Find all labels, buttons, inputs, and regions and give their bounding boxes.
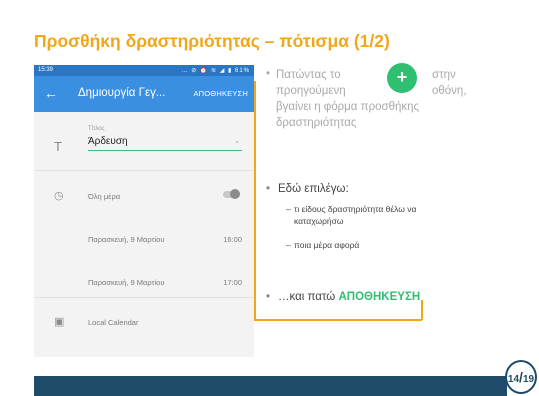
add-fab-icon: + [387,63,417,93]
phone-screenshot: 15:39 … ⊘ ⏰ ≋ ◢ ▮ 61% ← Δημιουργία Γεγ..… [34,65,254,357]
toggle-knob [230,189,240,199]
title-input[interactable]: Άρδευση ⌄ [88,136,242,151]
end-time[interactable]: 17:00 [223,278,242,287]
calendar-icon: ▣ [54,316,65,328]
note-line: προηγούμενη [276,85,346,97]
connector-line [254,319,422,321]
note-line: Πατώντας το [276,69,341,81]
note-line: δραστηριότητας [276,117,357,129]
start-date[interactable]: Παρασκευή, 9 Μαρτίου [88,235,164,244]
sub-note: ποια μέρα αφορά [294,240,360,250]
end-date[interactable]: Παρασκευή, 9 Μαρτίου [88,278,164,287]
divider [34,170,254,171]
sub-dash: – [286,240,291,250]
title-label: Τίτλος [88,126,105,132]
all-day-toggle[interactable] [223,189,240,199]
divider [34,297,254,298]
clock-icon: ◷ [54,190,64,202]
text-format-icon: T [54,139,62,154]
note-prefix: …και πατώ [278,291,336,303]
note-line: Εδώ επιλέγω: [278,183,349,195]
slide: Προσθήκη δραστηριότητας – πότισμα (1/2) … [0,0,539,396]
slide-title: Προσθήκη δραστηριότητας – πότισμα (1/2) [34,31,390,51]
start-time[interactable]: 16:00 [223,235,242,244]
sub-note: τι είδους δραστηριότητα θέλω να [294,204,417,214]
footer-bar [34,376,507,396]
back-arrow-icon[interactable]: ← [44,85,58,101]
sub-note: καταχωρήσω [294,216,344,226]
all-day-label: Όλη μέρα [88,192,121,201]
bullet-dot: • [266,183,271,195]
note-line: οθόνη, [432,85,467,97]
title-value: Άρδευση [88,136,128,147]
connector-line [421,300,423,320]
page-number-badge: 14/19 [505,360,537,394]
status-icons: … ⊘ ⏰ ≋ ◢ ▮ 61% [181,68,250,74]
page-number: 14 [507,374,520,385]
status-bar: 15:39 … ⊘ ⏰ ≋ ◢ ▮ 61% [34,65,254,76]
note-line: …και πατώ ΑΠΟΘΗΚΕΥΣΗ [278,290,420,304]
save-highlight: ΑΠΟΘΗΚΕΥΣΗ [338,291,421,303]
app-bar: ← Δημιουργία Γεγ... ΑΠΟΘΗΚΕΥΣΗ [34,76,254,112]
chevron-down-icon[interactable]: ⌄ [234,137,240,145]
note-line: βγαίνει η φόρμα προσθήκης [276,101,420,113]
save-button[interactable]: ΑΠΟΘΗΚΕΥΣΗ [193,89,248,98]
connector-line [254,81,256,320]
calendar-selector[interactable]: Local Calendar [88,318,138,327]
appbar-title: Δημιουργία Γεγ... [78,87,166,99]
status-time: 15:39 [38,67,54,73]
page-total: 19 [522,374,535,385]
note-line: στην [432,69,456,81]
sub-dash: – [286,204,291,214]
bullet-dot: • [266,291,271,303]
